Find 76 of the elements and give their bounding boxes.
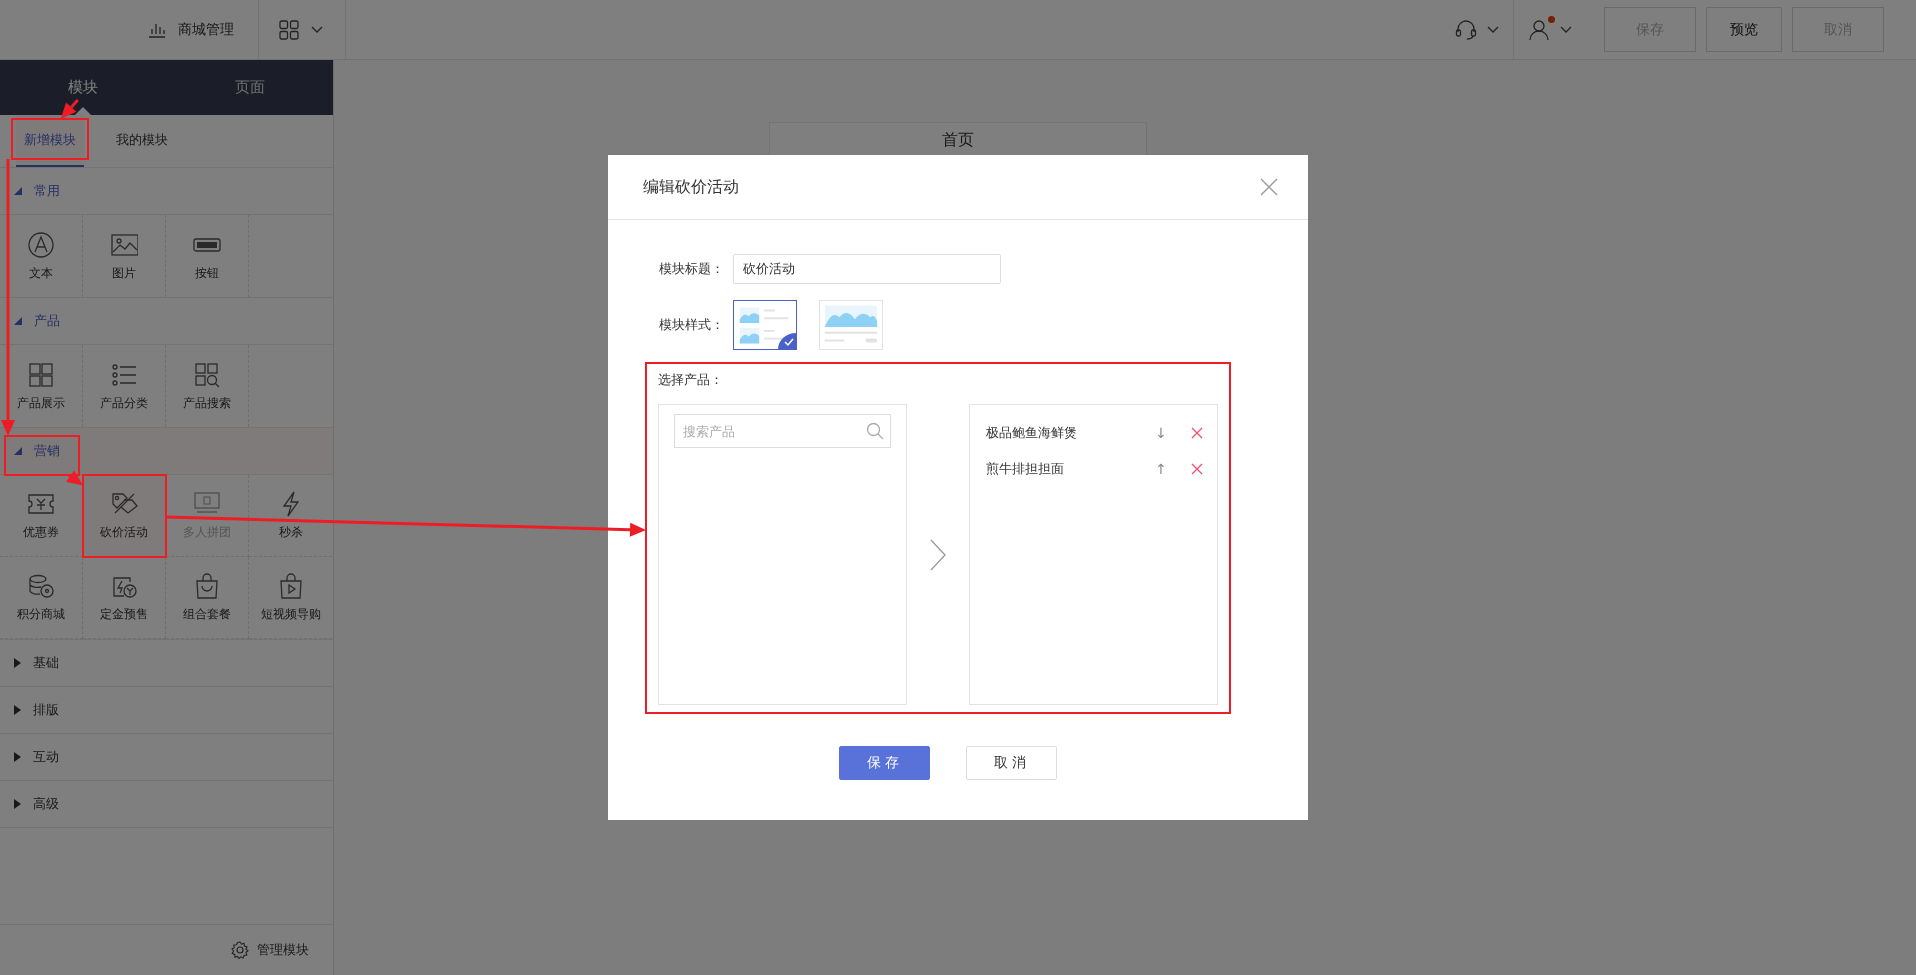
shopping-bag-icon	[193, 572, 221, 600]
caret-icon	[1487, 25, 1499, 34]
field-label: 模块样式：	[659, 316, 725, 334]
close-icon	[1191, 427, 1203, 439]
section-header[interactable]: 产品	[0, 298, 333, 345]
collapsed-caret-icon	[14, 799, 21, 809]
headset-icon	[1455, 18, 1477, 41]
module-item[interactable]: 短视频导购	[249, 557, 332, 639]
chevron-right-icon[interactable]	[930, 538, 946, 571]
expanded-caret-icon	[14, 447, 22, 455]
section-label: 常用	[33, 182, 61, 200]
expanded-caret-icon	[14, 317, 22, 325]
grid-search-icon	[193, 360, 221, 389]
user-icon	[1528, 18, 1550, 41]
move-button[interactable]: ↑	[1153, 461, 1169, 477]
save-button[interactable]: 保存	[839, 746, 930, 780]
cancel-button[interactable]: 取消	[966, 746, 1057, 780]
module-item[interactable]: 图片	[83, 215, 166, 297]
section-header[interactable]: 基础	[0, 640, 333, 687]
module-item[interactable]: 组合套餐	[166, 557, 249, 639]
product-name: 煎牛排担担面	[986, 460, 1065, 478]
module-tab[interactable]: 我的模块	[108, 115, 176, 167]
search-field[interactable]: 搜索产品	[674, 414, 891, 448]
collapsed-caret-icon	[14, 705, 21, 715]
field-label: 选择产品：	[658, 371, 724, 389]
module-item[interactable]: 产品分类	[83, 345, 166, 427]
module-item[interactable]: 砍价活动	[83, 475, 166, 557]
field-label: 模块标题：	[659, 260, 725, 278]
section-label: 互动	[32, 748, 60, 766]
section-header[interactable]: 营销	[0, 428, 333, 475]
toolbar-button[interactable]: 预览	[1706, 7, 1782, 52]
product-name: 极品鲍鱼海鲜煲	[986, 424, 1078, 442]
module-item[interactable]: 文本	[0, 215, 83, 297]
collapsed-caret-icon	[14, 752, 21, 762]
module-item[interactable]: 秒杀	[249, 475, 332, 557]
close-icon	[1191, 463, 1203, 475]
page-title: 首页	[942, 130, 974, 150]
sidebar-tab[interactable]: 页面	[166, 60, 333, 115]
section-label: 营销	[33, 442, 61, 460]
caret-icon	[1560, 25, 1572, 34]
search-icon	[866, 422, 884, 440]
remove-button[interactable]	[1191, 427, 1203, 439]
remove-button[interactable]	[1191, 463, 1203, 475]
module-tab[interactable]: 新增模块	[16, 115, 84, 167]
section-label: 排版	[32, 701, 60, 719]
section-label: 基础	[32, 654, 60, 672]
bar-chart-icon	[148, 21, 166, 38]
module-item[interactable]: 定金预售	[83, 557, 166, 639]
annotation-arrow	[60, 99, 79, 119]
module-item[interactable]: 产品搜索	[166, 345, 249, 427]
dialog-title: 编辑砍价活动	[643, 176, 739, 197]
apps-grid-icon	[279, 19, 299, 40]
annotation-arrow	[65, 470, 83, 486]
section-header[interactable]: 常用	[0, 168, 333, 215]
close-icon	[1260, 178, 1278, 196]
move-button[interactable]: ↓	[1153, 425, 1169, 441]
module-item[interactable]: 按钮	[166, 215, 249, 297]
section-header[interactable]: 互动	[0, 734, 333, 781]
style-option[interactable]	[733, 300, 797, 350]
grid-icon	[27, 360, 55, 389]
coins-icon	[27, 572, 55, 600]
close-button[interactable]	[1258, 176, 1280, 198]
store-management-link[interactable]: 商城管理	[178, 20, 234, 39]
manage-modules-button[interactable]: 管理模块	[231, 941, 309, 959]
check-corner-icon	[778, 333, 796, 349]
title-input[interactable]: 砍价活动	[733, 254, 1001, 284]
module-item[interactable]: 积分商城	[0, 557, 83, 639]
expanded-caret-icon	[14, 187, 22, 195]
caret-icon	[311, 25, 323, 34]
section-label: 高级	[32, 795, 60, 813]
section-label: 产品	[33, 312, 61, 330]
letter-circle-icon	[27, 230, 55, 259]
collapsed-caret-icon	[14, 658, 21, 668]
section-header[interactable]: 高级	[0, 781, 333, 828]
section-header[interactable]: 排版	[0, 687, 333, 734]
gear-icon	[231, 941, 249, 959]
